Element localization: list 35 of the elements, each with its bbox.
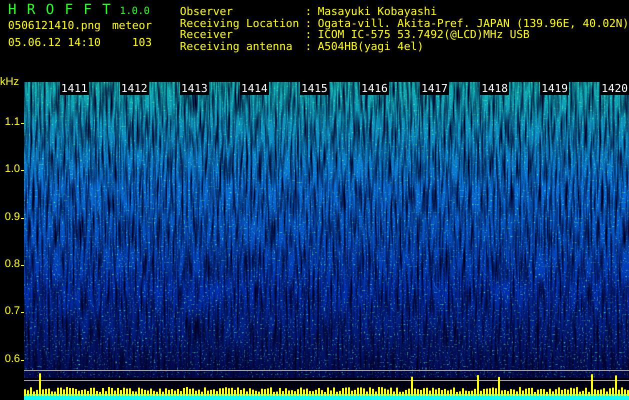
minute-label: 1411 [60, 82, 88, 95]
axis-tick-label: 1.1 [4, 116, 20, 128]
minute-label: 1416 [360, 82, 389, 95]
info-label: Observer [180, 6, 234, 18]
detection-label: meteor [112, 19, 152, 32]
axis-tick-label: 1.0 [4, 163, 20, 176]
info-value: Masayuki Kobayashi [318, 6, 438, 18]
minute-label: 1414 [240, 82, 269, 95]
minute-label: 1412 [120, 82, 149, 95]
info-value: A504HB(yagi 4el) [318, 40, 424, 52]
axis-tick-label: 0.6 [4, 352, 20, 365]
minute-label: 1417 [420, 82, 449, 95]
info-label: Receiver [180, 29, 233, 40]
info-separator: : [305, 6, 312, 18]
minute-label: 1420 [600, 82, 629, 95]
axis-tick-label: 0.8 [4, 258, 20, 270]
info-value: ICOM IC-575 53.7492(@LCD)MHz USB [318, 29, 530, 40]
info-label: Receiving antenna [180, 40, 294, 52]
minute-label: 1413 [180, 82, 209, 95]
axis-unit: kHz [0, 76, 19, 90]
detection-count: 103 [132, 36, 152, 49]
app-version: 1.0.0 [120, 6, 150, 17]
minute-label: 1418 [480, 82, 509, 95]
info-separator: : [305, 40, 312, 52]
info-separator: : [305, 29, 312, 40]
info-separator: : [305, 18, 312, 29]
axis-tick-label: 0.7 [4, 305, 20, 318]
axis-tick-label: 0.9 [4, 210, 20, 223]
date-time: 05.06.12 14:10 [8, 36, 101, 49]
minute-label: 1415 [300, 82, 329, 95]
file-name: 0506121410.png [8, 19, 101, 32]
app-title: H R O F F T [8, 2, 112, 18]
info-label: Receiving Location [180, 18, 300, 29]
info-value: Ogata-vill. Akita-Pref. JAPAN (139.96E, 40.02N) [318, 18, 629, 29]
minute-label: 1419 [540, 82, 569, 95]
